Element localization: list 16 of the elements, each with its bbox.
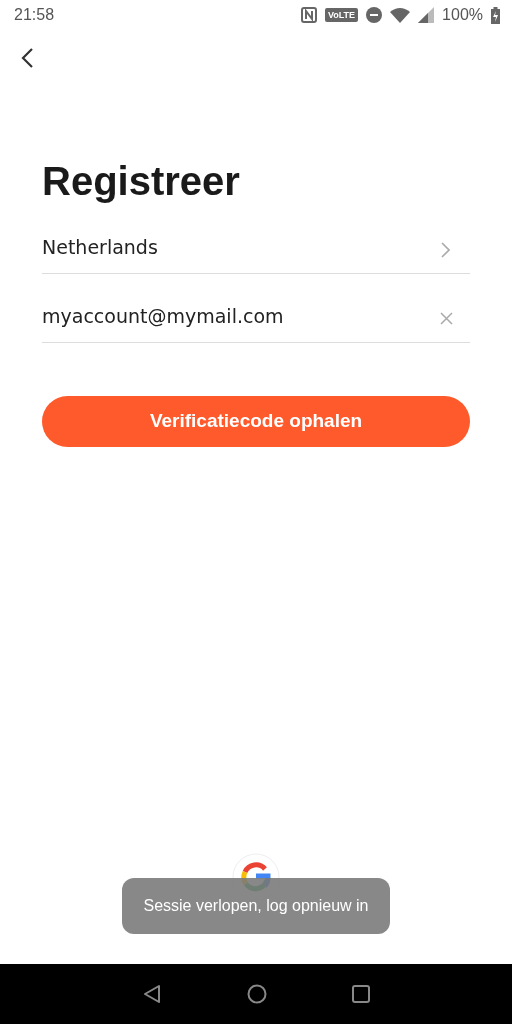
page-title: Registreer (42, 158, 241, 205)
battery-charging-icon (491, 6, 500, 24)
volte-badge: VoLTE (324, 8, 359, 22)
battery-percentage: 100% (442, 5, 483, 25)
back-nav-icon[interactable] (142, 984, 163, 1004)
country-selector[interactable]: Netherlands (42, 232, 422, 261)
wifi-icon (390, 7, 411, 23)
do-not-disturb-icon (366, 7, 383, 23)
toast-message: Sessie verlopen, log opnieuw in (122, 878, 390, 934)
nfc-icon (300, 7, 317, 23)
clock: 21:58 (14, 5, 55, 25)
email-field[interactable]: myaccount@mymail.com (42, 301, 422, 330)
recents-icon[interactable] (351, 985, 370, 1003)
home-icon[interactable] (247, 984, 267, 1004)
signal-icon (418, 7, 435, 23)
back-icon[interactable] (20, 47, 34, 69)
